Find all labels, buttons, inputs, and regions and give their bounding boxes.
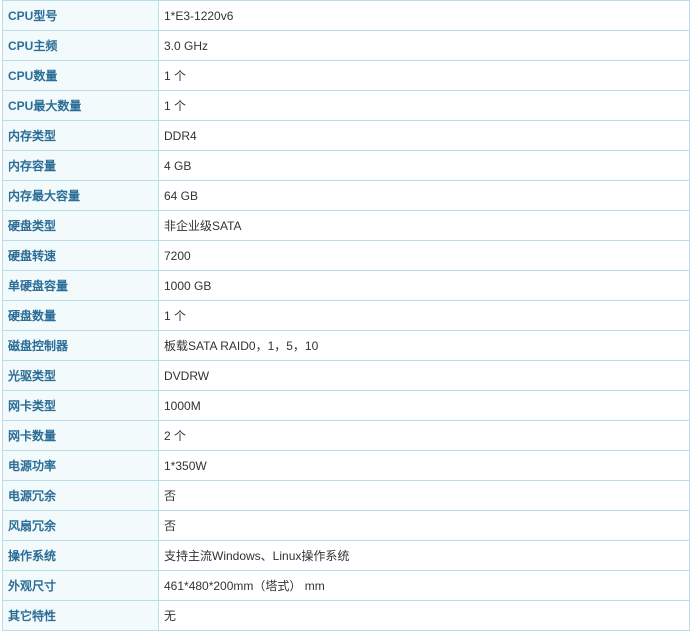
table-row: CPU最大数量 1 个 (2, 90, 690, 121)
spec-value: DVDRW (158, 360, 690, 391)
table-row: 磁盘控制器 板载SATA RAID0，1，5，10 (2, 330, 690, 361)
spec-value: 64 GB (158, 180, 690, 211)
table-row: 电源冗余否 (2, 480, 690, 511)
spec-label: 电源冗余 (2, 480, 159, 511)
spec-value: 非企业级SATA (158, 210, 690, 241)
table-row: 风扇冗余否 (2, 510, 690, 541)
table-row: 其它特性无 (2, 600, 690, 631)
table-row: CPU型号 1*E3-1220v6 (2, 0, 690, 31)
spec-label: 内存容量 (2, 150, 159, 181)
spec-value: 4 GB (158, 150, 690, 181)
table-row: 单硬盘容量 1000 GB (2, 270, 690, 301)
table-row: 内存最大容量 64 GB (2, 180, 690, 211)
table-row: 网卡类型 1000M (2, 390, 690, 421)
spec-label: 光驱类型 (2, 360, 159, 391)
table-row: 内存类型 DDR4 (2, 120, 690, 151)
spec-value: 1*350W (158, 450, 690, 481)
spec-label: CPU型号 (2, 0, 159, 31)
spec-value: 1 个 (158, 90, 690, 121)
spec-label: 其它特性 (2, 600, 159, 631)
table-row: 内存容量 4 GB (2, 150, 690, 181)
spec-value: 1 个 (158, 60, 690, 91)
spec-label: 单硬盘容量 (2, 270, 159, 301)
spec-label: 操作系统 (2, 540, 159, 571)
spec-value: 1000M (158, 390, 690, 421)
table-row: 外观尺寸 461*480*200mm（塔式） mm (2, 570, 690, 601)
spec-value: 1*E3-1220v6 (158, 0, 690, 31)
spec-value: 1000 GB (158, 270, 690, 301)
spec-label: 硬盘数量 (2, 300, 159, 331)
spec-value: 无 (158, 600, 690, 631)
spec-label: CPU数量 (2, 60, 159, 91)
spec-value: 板载SATA RAID0，1，5，10 (158, 330, 690, 361)
spec-table: CPU型号 1*E3-1220v6 CPU主频 3.0 GHz CPU数量 1 个 C… (2, 0, 690, 631)
table-row: 硬盘类型 非企业级SATA (2, 210, 690, 241)
spec-label: CPU主频 (2, 30, 159, 61)
spec-label: 风扇冗余 (2, 510, 159, 541)
table-row: 操作系统 支持主流Windows、Linux操作系统 (2, 540, 690, 571)
table-row: 硬盘转速 7200 (2, 240, 690, 271)
spec-label: 内存最大容量 (2, 180, 159, 211)
spec-label: 电源功率 (2, 450, 159, 481)
spec-label: 网卡数量 (2, 420, 159, 451)
spec-value: 否 (158, 510, 690, 541)
table-row: 光驱类型 DVDRW (2, 360, 690, 391)
spec-value: 否 (158, 480, 690, 511)
spec-value: DDR4 (158, 120, 690, 151)
spec-label: 外观尺寸 (2, 570, 159, 601)
table-row: CPU数量 1 个 (2, 60, 690, 91)
spec-label: 网卡类型 (2, 390, 159, 421)
table-row: 电源功率 1*350W (2, 450, 690, 481)
spec-label: 磁盘控制器 (2, 330, 159, 361)
spec-label: 硬盘类型 (2, 210, 159, 241)
spec-label: 内存类型 (2, 120, 159, 151)
spec-value: 2 个 (158, 420, 690, 451)
spec-value: 3.0 GHz (158, 30, 690, 61)
table-row: CPU主频 3.0 GHz (2, 30, 690, 61)
spec-label: 硬盘转速 (2, 240, 159, 271)
spec-value: 1 个 (158, 300, 690, 331)
table-row: 硬盘数量 1 个 (2, 300, 690, 331)
spec-value: 支持主流Windows、Linux操作系统 (158, 540, 690, 571)
spec-label: CPU最大数量 (2, 90, 159, 121)
table-row: 网卡数量 2 个 (2, 420, 690, 451)
spec-value: 7200 (158, 240, 690, 271)
spec-value: 461*480*200mm（塔式） mm (158, 570, 690, 601)
